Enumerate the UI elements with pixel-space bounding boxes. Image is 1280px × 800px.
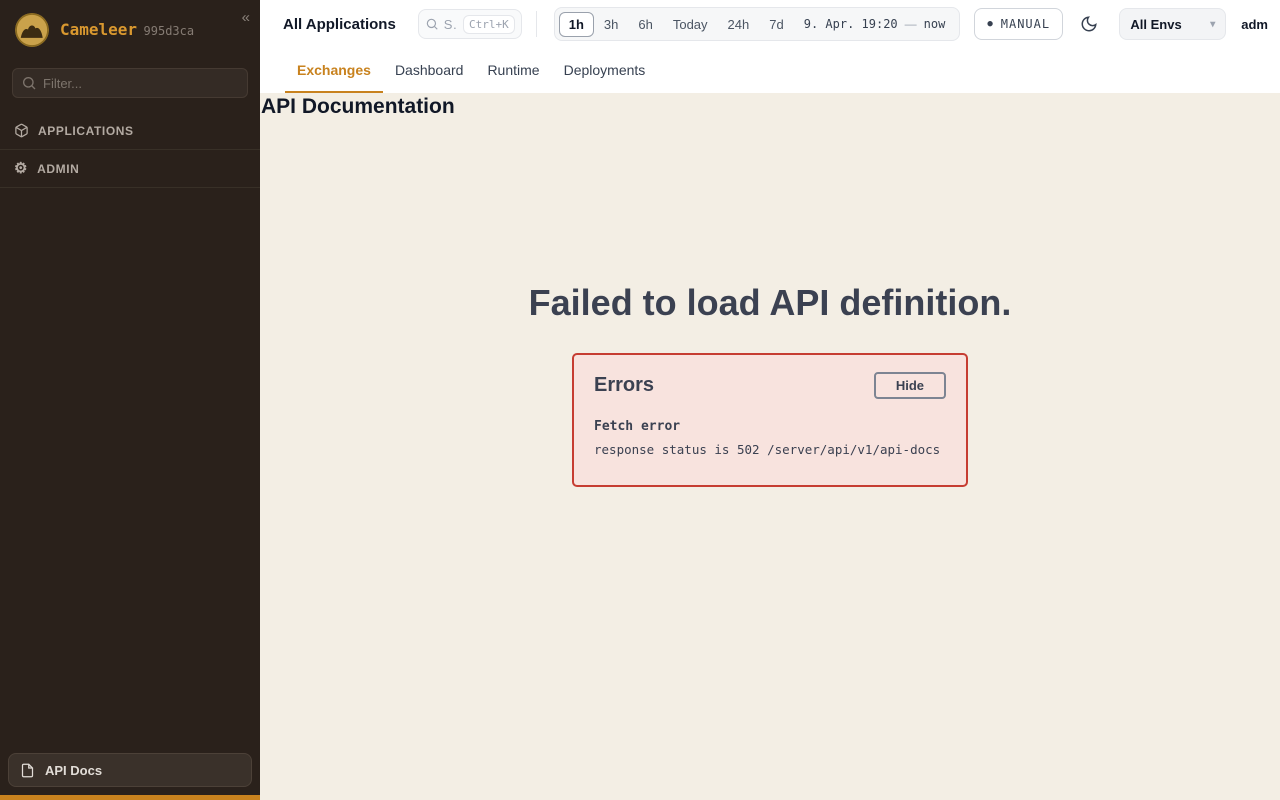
sidebar-item-label: APPLICATIONS [38, 124, 134, 138]
sidebar-item-label: API Docs [45, 763, 102, 778]
time-range-display[interactable]: 9. Apr. 19:20 — now [794, 17, 956, 31]
time-separator: — [905, 17, 917, 31]
sidebar: Cameleer 995d3ca « APPLICATIONS ⚙ ADMIN [0, 0, 260, 800]
filter-input[interactable] [12, 68, 248, 98]
theme-toggle-button[interactable] [1075, 9, 1103, 39]
search-icon [425, 17, 439, 31]
time-range-group: 1h 3h 6h Today 24h 7d 9. Apr. 19:20 — no… [554, 7, 961, 41]
time-range-1h[interactable]: 1h [559, 12, 594, 37]
global-search[interactable]: S… Ctrl+K [418, 9, 522, 39]
sidebar-item-label: ADMIN [37, 162, 79, 176]
header-divider [536, 11, 537, 37]
errors-panel: Errors Hide Fetch error response status … [572, 353, 968, 487]
search-icon [21, 75, 37, 91]
time-from: 9. Apr. 19:20 [804, 17, 898, 31]
sidebar-item-api-docs[interactable]: API Docs [8, 753, 252, 787]
sidebar-spacer [0, 188, 260, 745]
brand[interactable]: Cameleer 995d3ca « [0, 0, 260, 58]
errors-panel-header: Errors Hide [594, 372, 946, 399]
errors-panel-title: Errors [594, 374, 654, 397]
main-content: API Documentation Failed to load API def… [260, 93, 1280, 800]
tab-exchanges[interactable]: Exchanges [285, 48, 383, 93]
brand-suffix: 995d3ca [144, 24, 195, 38]
hide-errors-button[interactable]: Hide [874, 372, 946, 399]
manual-label: MANUAL [1001, 17, 1050, 31]
manual-status-dot: ● [987, 19, 993, 29]
package-icon [14, 123, 29, 138]
search-shortcut-badge: Ctrl+K [463, 15, 515, 34]
sidebar-bottom: API Docs [0, 745, 260, 795]
time-range-6h[interactable]: 6h [628, 12, 662, 37]
error-name: Fetch error [594, 419, 946, 434]
user-menu[interactable]: adm [1241, 17, 1268, 32]
tab-runtime[interactable]: Runtime [475, 48, 551, 93]
time-range-3h[interactable]: 3h [594, 12, 628, 37]
sidebar-item-admin[interactable]: ⚙ ADMIN [0, 150, 260, 188]
environment-select[interactable]: All Envs ▾ [1119, 8, 1226, 40]
time-to: now [924, 17, 946, 31]
chevron-down-icon: ▾ [1210, 19, 1215, 30]
brand-name: Cameleer [60, 20, 137, 39]
moon-icon [1080, 15, 1098, 33]
time-range-24h[interactable]: 24h [718, 12, 760, 37]
tab-bar: Exchanges Dashboard Runtime Deployments [260, 48, 1280, 93]
app-header: All Applications S… Ctrl+K 1h 3h 6h Toda… [260, 0, 1280, 48]
tab-deployments[interactable]: Deployments [552, 48, 658, 93]
tab-dashboard[interactable]: Dashboard [383, 48, 476, 93]
time-range-7d[interactable]: 7d [759, 12, 793, 37]
sidebar-filter [12, 68, 248, 98]
manual-refresh-button[interactable]: ● MANUAL [974, 8, 1063, 40]
search-placeholder-text: S… [444, 17, 458, 32]
sidebar-collapse-button[interactable]: « [242, 10, 250, 25]
sidebar-item-applications[interactable]: APPLICATIONS [0, 112, 260, 150]
environment-select-value: All Envs [1130, 17, 1181, 32]
cameleer-logo-icon [14, 12, 50, 48]
error-headline: Failed to load API definition. [260, 282, 1280, 324]
error-detail: response status is 502 /server/api/v1/ap… [594, 442, 946, 457]
page-title: API Documentation [261, 95, 1280, 119]
sidebar-accent-bar [0, 795, 260, 800]
page-context-title: All Applications [283, 16, 396, 33]
time-range-today[interactable]: Today [663, 12, 718, 37]
document-icon [20, 763, 35, 778]
gear-icon: ⚙ [14, 161, 28, 176]
